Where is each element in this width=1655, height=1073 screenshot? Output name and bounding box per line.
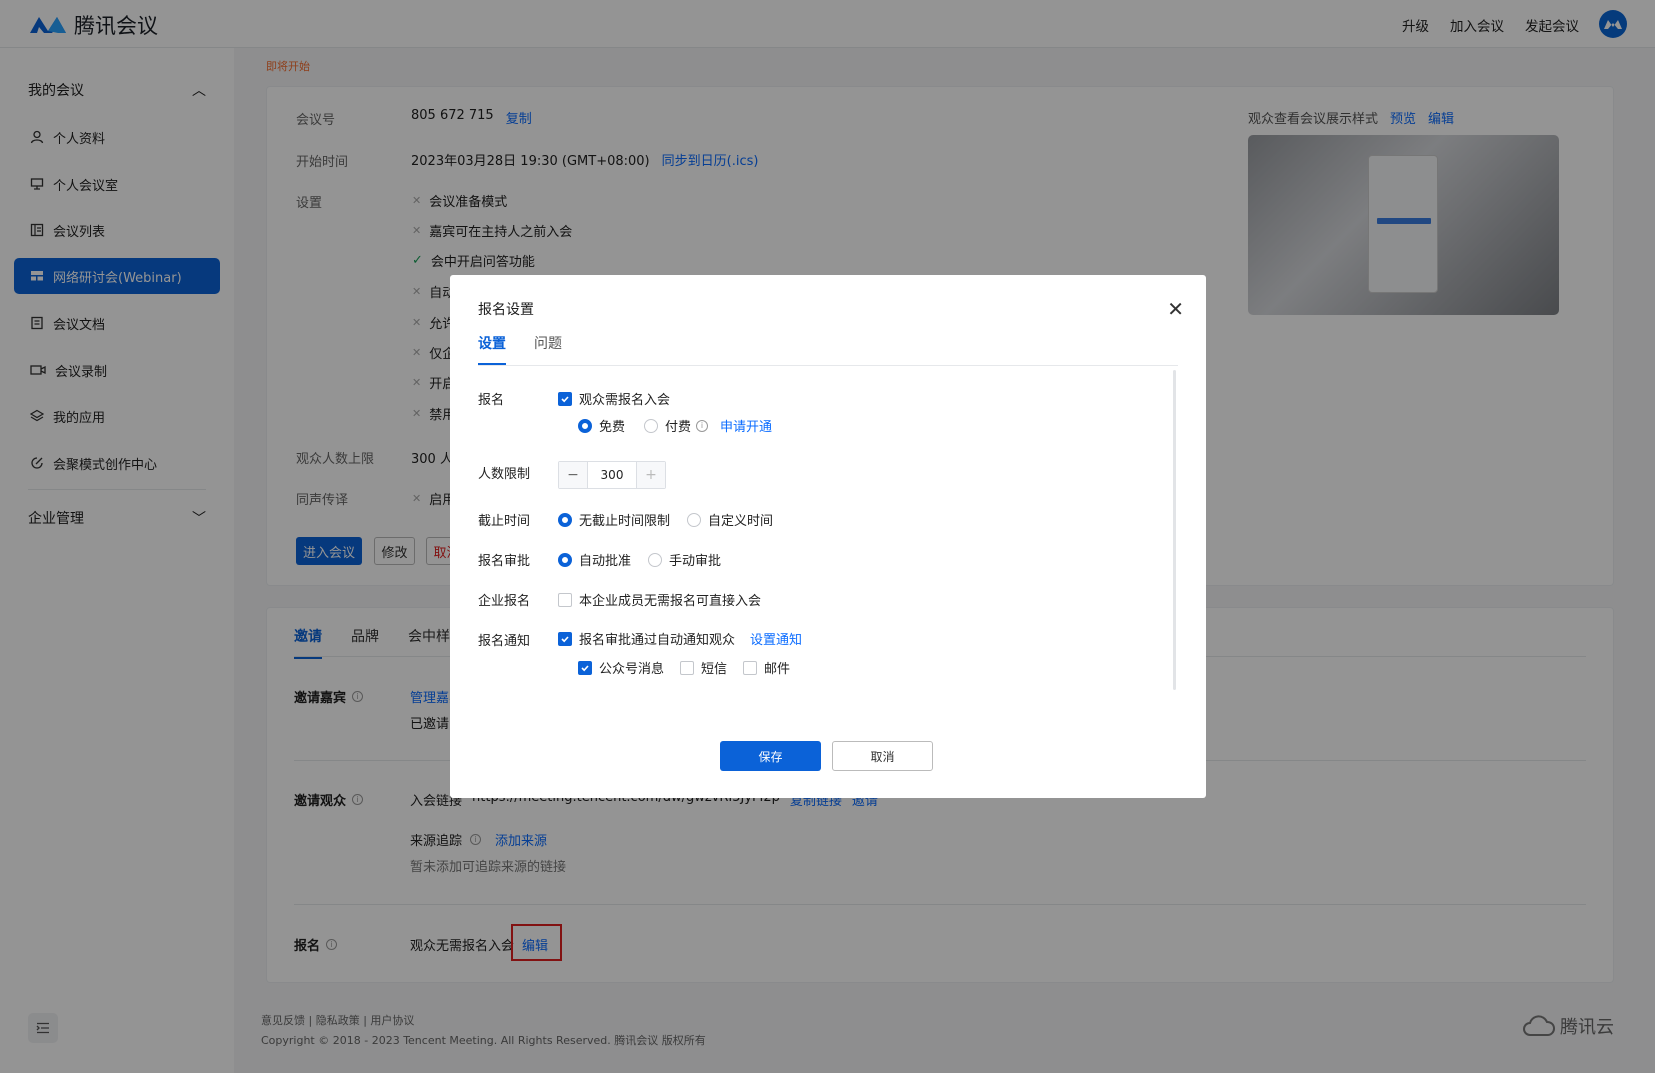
cancel-button[interactable]: 取消 — [832, 741, 933, 771]
notify-settings-link[interactable]: 设置通知 — [750, 629, 802, 648]
radio-manual-approve[interactable] — [648, 552, 663, 567]
dialog-title: 报名设置 — [478, 302, 534, 318]
deadline-options: 无截止时间限制 自定义时间 — [558, 510, 773, 529]
approval-options: 自动批准 手动审批 — [558, 550, 721, 569]
checkbox-label: 报名审批通过自动通知观众 — [579, 633, 736, 648]
approval-label: 报名审批 — [478, 554, 531, 569]
save-button[interactable]: 保存 — [720, 741, 821, 771]
reg-label: 报名 — [478, 393, 505, 408]
tab-questions[interactable]: 问题 — [534, 333, 562, 365]
minus-button[interactable]: − — [559, 462, 587, 488]
limit-label: 人数限制 — [478, 467, 531, 482]
notify-label: 报名通知 — [478, 634, 531, 649]
checkbox-label: 本企业成员无需报名可直接入会 — [579, 594, 762, 609]
channel-email-checkbox[interactable] — [743, 660, 758, 675]
reg-required-checkbox[interactable]: 观众需报名入会 — [558, 389, 670, 408]
info-icon[interactable]: i — [696, 419, 709, 432]
plus-button[interactable]: + — [637, 462, 665, 488]
checkbox-checked-icon — [558, 391, 572, 406]
quantity-value[interactable]: 300 — [587, 462, 637, 488]
quantity-stepper: − 300 + — [558, 461, 666, 489]
enterprise-label: 企业报名 — [478, 594, 531, 609]
channel-label: 邮件 — [764, 662, 791, 677]
radio-label: 无截止时间限制 — [579, 514, 671, 529]
close-icon[interactable]: ✕ — [1167, 299, 1184, 319]
channel-label: 公众号消息 — [599, 662, 665, 677]
deadline-label: 截止时间 — [478, 514, 531, 529]
checkbox-checked-icon — [558, 631, 572, 646]
channel-label: 短信 — [701, 662, 728, 677]
tabs-divider — [478, 365, 1178, 366]
checkbox-unchecked-icon — [558, 592, 572, 607]
notify-channels: 公众号消息 短信 邮件 — [578, 658, 790, 677]
radio-label: 自动批准 — [579, 554, 632, 569]
apply-link[interactable]: 申请开通 — [720, 416, 772, 435]
radio-label: 手动审批 — [669, 554, 722, 569]
radio-free[interactable] — [578, 418, 592, 433]
channel-sms-checkbox[interactable] — [680, 660, 695, 675]
dialog-scrollbar[interactable] — [1173, 370, 1176, 690]
radio-label: 免费 — [599, 420, 626, 435]
channel-wechat-checkbox[interactable] — [578, 660, 592, 675]
radio-paid[interactable] — [644, 418, 659, 433]
radio-label: 付费 — [665, 420, 692, 435]
radio-auto-approve[interactable] — [558, 552, 572, 567]
enterprise-checkbox[interactable]: 本企业成员无需报名可直接入会 — [558, 590, 761, 609]
tab-settings[interactable]: 设置 — [478, 333, 506, 365]
radio-no-deadline[interactable] — [558, 512, 572, 527]
dialog-tabs: 设置 问题 — [478, 333, 562, 365]
checkbox-label: 观众需报名入会 — [579, 393, 671, 408]
registration-settings-dialog: 报名设置 ✕ 设置 问题 报名 观众需报名入会 免费 付费 i 申请开通 人数限… — [450, 275, 1206, 798]
notify-checkbox[interactable]: 报名审批通过自动通知观众 设置通知 — [558, 629, 802, 648]
radio-label: 自定义时间 — [708, 514, 774, 529]
radio-custom-time[interactable] — [687, 512, 702, 527]
fee-options: 免费 付费 i 申请开通 — [578, 416, 772, 435]
